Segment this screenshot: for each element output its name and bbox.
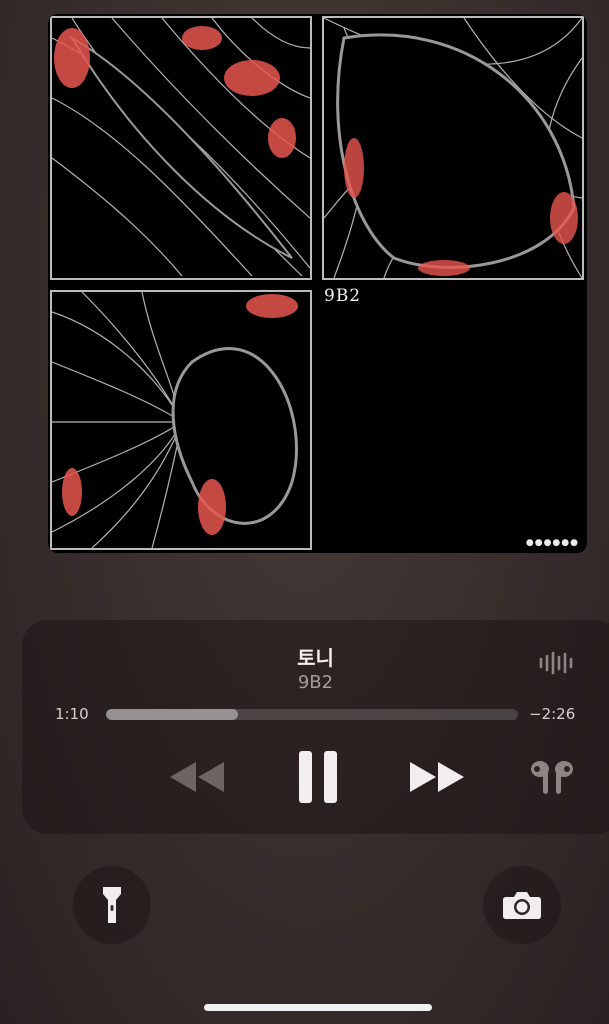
track-artist[interactable]: 9B2 xyxy=(22,672,609,693)
forward-icon[interactable] xyxy=(408,760,466,794)
elapsed-time: 1:10 xyxy=(55,705,89,723)
waveform-icon xyxy=(539,651,573,675)
remaining-time: −2:26 xyxy=(529,705,576,723)
artwork-label: 9B2 xyxy=(324,286,362,306)
camera-icon xyxy=(503,892,541,919)
artwork-panel-top-left xyxy=(50,16,312,280)
home-indicator[interactable] xyxy=(204,1004,432,1011)
flashlight-icon xyxy=(103,887,121,923)
airpods-icon[interactable] xyxy=(528,760,576,796)
track-title[interactable]: 토니 xyxy=(22,642,609,671)
artwork-corner-mark: ●●●●●● xyxy=(525,538,579,548)
flashlight-button[interactable] xyxy=(73,866,151,944)
playback-scrubber[interactable] xyxy=(106,709,518,720)
playback-progress-fill xyxy=(106,709,238,720)
camera-button[interactable] xyxy=(483,866,561,944)
backward-icon[interactable] xyxy=(168,760,226,794)
artwork-panel-bottom-left xyxy=(50,290,312,550)
album-artwork[interactable]: 9B2 ●●●●●● xyxy=(48,14,587,553)
artwork-panel-top-right xyxy=(322,16,584,280)
now-playing-widget[interactable]: 토니 9B2 1:10 −2:26 xyxy=(22,620,609,834)
pause-icon[interactable] xyxy=(297,750,339,804)
